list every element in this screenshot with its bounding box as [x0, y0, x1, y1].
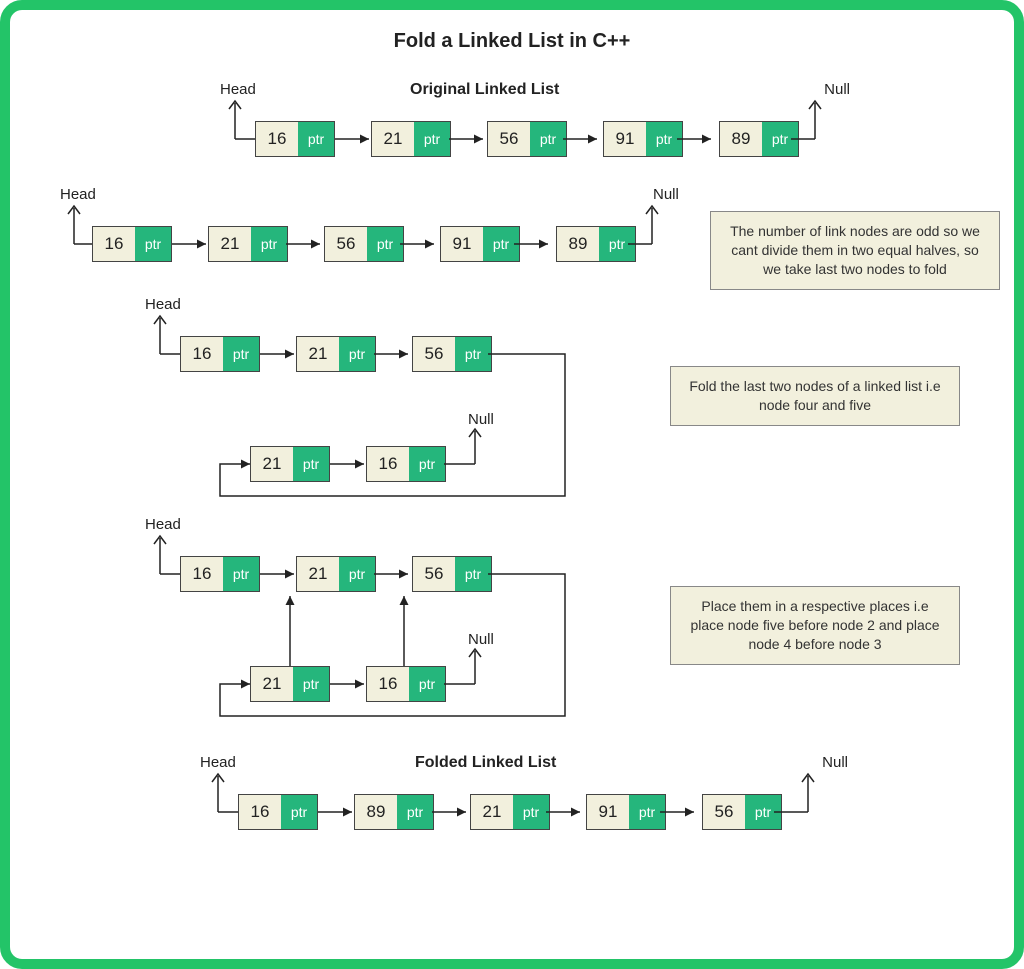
explanation-2: Fold the last two nodes of a linked list…	[670, 366, 960, 426]
explanation-3: Place them in a respective places i.e pl…	[670, 586, 960, 665]
section-step2: Head Null 16ptr 21ptr 56ptr 21ptr 16ptr	[30, 296, 994, 516]
section-step1: Head Null 16ptr 21ptr 56ptr 91ptr 89ptr …	[30, 186, 994, 296]
explanation-1: The number of link nodes are odd so we c…	[710, 211, 1000, 290]
section-step3: Head Null 16ptr 21ptr 56ptr 21ptr 16ptr	[30, 516, 994, 736]
diagram-frame: Fold a Linked List in C++ Original Linke…	[0, 0, 1024, 969]
section-original: Original Linked List Head Null 16ptr 21p…	[220, 81, 840, 186]
page-title: Fold a Linked List in C++	[30, 30, 994, 53]
section-folded: Folded Linked List Head Null 16ptr 89ptr…	[200, 754, 840, 864]
